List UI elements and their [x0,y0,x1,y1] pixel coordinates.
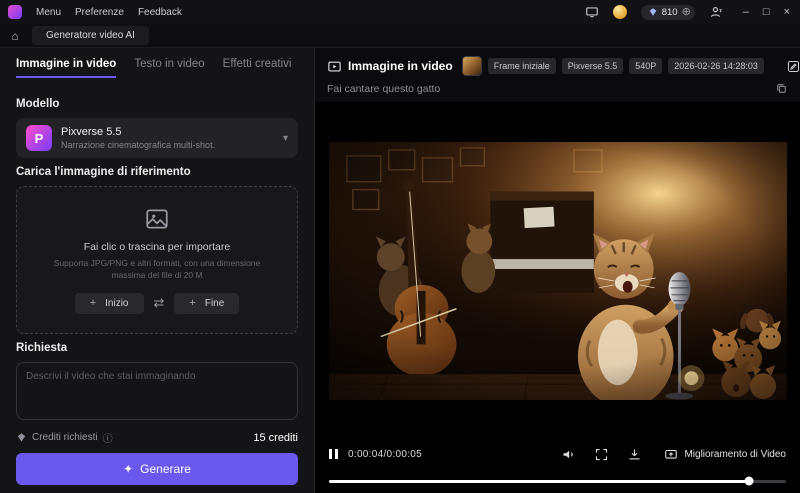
fullscreen-icon[interactable] [594,447,609,462]
player-controls: 0:00:04/0:00:05 Miglioramento di Video [315,439,800,469]
minimize-button[interactable]: – [743,6,749,18]
add-credits-icon[interactable]: ⊕ [682,6,691,18]
credits-count: 810 [661,6,678,18]
tab-label: Generatore video AI [46,30,135,41]
membership-badge-icon[interactable] [612,5,627,19]
download-icon[interactable] [627,447,642,462]
progress-bar[interactable] [329,476,786,486]
model-select[interactable]: P Pixverse 5.5 Narrazione cinematografic… [16,118,298,158]
plus-icon: + [89,296,97,309]
model-info: Pixverse 5.5 Narrazione cinematografica … [61,126,215,150]
video-wrapper [315,102,800,439]
copy-icon[interactable] [775,82,788,95]
generate-label: Generare [140,462,191,476]
credits-row: Crediti richiesti ⓘ 15 crediti [16,430,298,445]
result-thumbnail[interactable] [461,56,482,76]
volume-icon[interactable] [561,447,576,462]
credits-required-value: 15 crediti [253,431,298,444]
prompt-input[interactable] [16,362,298,420]
pause-button[interactable] [329,449,338,459]
app-window: Menu Preferenze Feedback 810 ⊕ – □ × ⌂ G… [0,0,800,493]
preferences-button[interactable]: Preferenze [75,7,124,18]
request-section-label: Richiesta [16,342,68,354]
mode-tabs: Immagine in video Testo in video Effetti… [16,58,298,78]
invite-user-icon[interactable] [709,5,723,19]
badge-model: Pixverse 5.5 [561,58,624,74]
dropzone-title: Fai clic o trascina per importare [83,241,231,254]
model-logo-icon: P [26,125,52,151]
frame-buttons: + Inizio ⇄ + Fine [74,292,240,314]
enhance-icon [665,449,678,459]
enhance-video-button[interactable]: Miglioramento di Video [664,447,786,461]
tab-testo-in-video[interactable]: Testo in video [134,58,204,78]
enhance-label: Miglioramento di Video [684,448,786,460]
feedback-button[interactable]: Feedback [138,7,182,18]
close-button[interactable]: × [784,6,790,18]
dropzone-hint: Supporta JPG/PNG e altri formati, con un… [53,258,261,280]
tab-generatore-video-ai[interactable]: Generatore video AI [32,26,149,45]
chevron-down-icon: ▾ [282,132,288,144]
prompt-row: Fai cantare questo gatto [315,82,800,102]
video-still-cats-band [328,141,787,400]
home-button[interactable]: ⌂ [6,27,24,45]
info-icon[interactable]: ⓘ [103,430,113,445]
tabbar: ⌂ Generatore video AI [0,24,800,48]
display-icon[interactable] [585,5,599,19]
model-section-label: Modello [16,98,60,110]
progress-played [329,479,750,483]
generator-sidebar: Immagine in video Testo in video Effetti… [0,48,315,493]
end-frame-button[interactable]: + Fine [174,292,240,314]
image-icon [144,206,170,235]
window-controls: – □ × [743,6,790,18]
sparkle-icon: ✦ [123,462,134,476]
image-to-video-icon [327,59,342,74]
gem-icon [17,433,26,442]
result-header: Immagine in video Frame iniziale Pixvers… [315,48,800,82]
model-description: Narrazione cinematografica multi-shot. [61,140,216,150]
start-frame-button[interactable]: + Inizio [74,292,144,314]
credits-pill[interactable]: 810 ⊕ [640,4,695,20]
progress-row [315,469,800,493]
gem-icon [649,8,657,16]
maximize-button[interactable]: □ [763,6,770,18]
video-stage: 0:00:04/0:00:05 Miglioramento di Video [315,102,800,493]
model-name: Pixverse 5.5 [61,126,122,138]
menu-button[interactable]: Menu [36,7,61,18]
result-prompt-text: Fai cantare questo gatto [327,82,441,95]
credits-required-label: Crediti richiesti [32,432,98,443]
playback-time: 0:00:04/0:00:05 [348,448,423,460]
badge-resolution: 540P [629,58,663,74]
edit-icon[interactable] [786,59,800,74]
upload-section-label: Carica l'immagine di riferimento [16,166,191,178]
tab-effetti-creativi[interactable]: Effetti creativi [223,58,292,78]
start-frame-label: Inizio [105,297,129,309]
image-dropzone[interactable]: Fai clic o trascina per importare Suppor… [16,186,298,334]
end-frame-label: Fine [204,297,225,309]
video-frame[interactable] [328,141,787,400]
result-panel: Immagine in video Frame iniziale Pixvers… [315,48,800,493]
swap-frames-icon[interactable]: ⇄ [154,295,165,311]
main-area: Immagine in video Testo in video Effetti… [0,48,800,493]
titlebar: Menu Preferenze Feedback 810 ⊕ – □ × [0,0,800,24]
plus-icon: + [189,296,196,309]
progress-knob[interactable] [744,476,754,486]
badge-frame-iniziale: Frame iniziale [487,58,556,74]
timestamp-badge: 2026-02-26 14:28:03 [668,58,764,74]
tab-immagine-in-video[interactable]: Immagine in video [16,58,117,78]
app-logo-icon [8,5,22,19]
result-title: Immagine in video [348,59,453,73]
generate-button[interactable]: ✦ Generare [16,453,298,485]
